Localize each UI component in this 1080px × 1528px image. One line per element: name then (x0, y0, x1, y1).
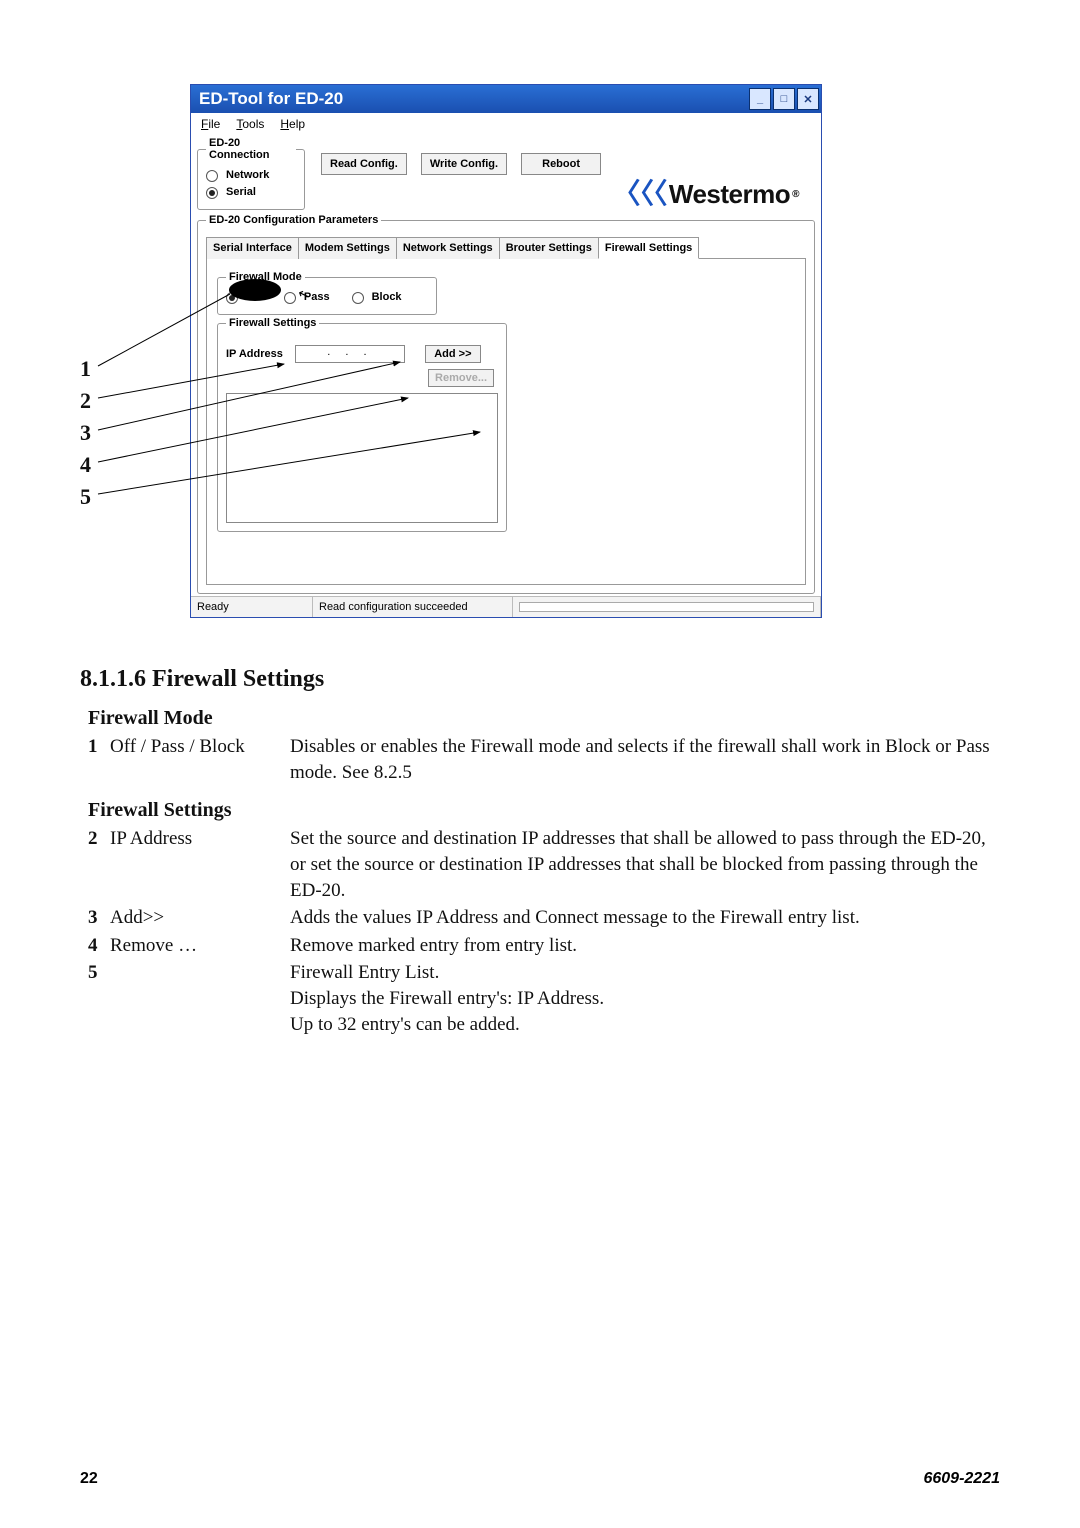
tab-serial-interface[interactable]: Serial Interface (206, 237, 299, 259)
tab-bar: Serial Interface Modem Settings Network … (206, 236, 806, 259)
config-parameters-group: ED-20 Configuration Parameters Serial In… (197, 214, 815, 594)
ip-address-input[interactable]: . . . (295, 345, 405, 363)
connection-group: ED-20 Connection Network Serial (197, 137, 305, 210)
page-number: 22 (80, 1470, 98, 1488)
write-config-button[interactable]: Write Config. (421, 153, 507, 175)
firewall-mode-group: Firewall Mode Off Pass (217, 271, 437, 315)
minimize-button[interactable]: _ (749, 88, 771, 110)
menu-file[interactable]: File (201, 117, 220, 131)
radio-icon (206, 170, 218, 182)
firewall-mode-legend: Firewall Mode (226, 271, 305, 283)
app-window: ED-Tool for ED-20 _ □ ✕ File Tools Help … (190, 84, 822, 618)
close-button[interactable]: ✕ (797, 88, 819, 110)
menu-help[interactable]: Help (280, 117, 305, 131)
callout-1: 1 (80, 356, 91, 382)
callout-4: 4 (80, 452, 91, 478)
remove-button[interactable]: Remove... (428, 369, 494, 387)
definition-row: 3 Add>> Adds the values IP Address and C… (80, 905, 1000, 931)
registered-icon: ® (792, 189, 799, 200)
radio-off[interactable]: Off (226, 289, 262, 306)
menubar: File Tools Help (197, 115, 815, 135)
document-id: 6609-2221 (923, 1470, 1000, 1488)
read-config-button[interactable]: Read Config. (321, 153, 407, 175)
tab-firewall-settings[interactable]: Firewall Settings (598, 237, 699, 259)
tab-network-settings[interactable]: Network Settings (396, 237, 500, 259)
definition-row: 2 IP Address Set the source and destinat… (80, 826, 1000, 903)
radio-icon (284, 292, 296, 304)
connection-legend: ED-20 Connection (206, 137, 296, 161)
definition-row: 5 Firewall Entry List. Displays the Fire… (80, 960, 1000, 1037)
firewall-entry-list[interactable] (226, 393, 498, 523)
add-button[interactable]: Add >> (425, 345, 481, 363)
callout-2: 2 (80, 388, 91, 414)
radio-block[interactable]: Block (352, 289, 402, 306)
subheading-firewall-mode: Firewall Mode (88, 707, 1000, 730)
brand-logo: 〈〈〈 Westermo ® (612, 179, 799, 210)
menu-tools[interactable]: Tools (236, 117, 264, 131)
status-message: Read configuration succeeded (313, 597, 513, 617)
callout-5: 5 (80, 484, 91, 510)
radio-network[interactable]: Network (206, 167, 296, 184)
radio-icon (226, 292, 238, 304)
subheading-firewall-settings: Firewall Settings (88, 799, 1000, 822)
status-progress (513, 597, 821, 617)
window-title: ED-Tool for ED-20 (199, 89, 747, 109)
firewall-settings-legend: Firewall Settings (226, 317, 319, 329)
ip-address-label: IP Address (226, 348, 283, 360)
radio-pass[interactable]: Pass (284, 289, 330, 306)
tab-modem-settings[interactable]: Modem Settings (298, 237, 397, 259)
status-bar: Ready Read configuration succeeded (191, 596, 821, 617)
maximize-button[interactable]: □ (773, 88, 795, 110)
page-footer: 22 6609-2221 (80, 1470, 1000, 1488)
reboot-button[interactable]: Reboot (521, 153, 601, 175)
config-legend: ED-20 Configuration Parameters (206, 214, 381, 226)
radio-icon (352, 292, 364, 304)
radio-serial[interactable]: Serial (206, 184, 296, 201)
logo-icon: 〈〈〈 (612, 183, 667, 205)
definition-row: 4 Remove … Remove marked entry from entr… (80, 933, 1000, 959)
callout-3: 3 (80, 420, 91, 446)
document-body: 8.1.1.6 Firewall Settings Firewall Mode … (80, 650, 1000, 1039)
titlebar: ED-Tool for ED-20 _ □ ✕ (191, 85, 821, 113)
firewall-settings-group: Firewall Settings IP Address . . . Add >… (217, 317, 507, 532)
definition-row: 1 Off / Pass / Block Disables or enables… (80, 734, 1000, 785)
status-ready: Ready (191, 597, 313, 617)
section-heading: 8.1.1.6 Firewall Settings (80, 666, 1000, 693)
radio-icon (206, 187, 218, 199)
tab-brouter-settings[interactable]: Brouter Settings (499, 237, 599, 259)
